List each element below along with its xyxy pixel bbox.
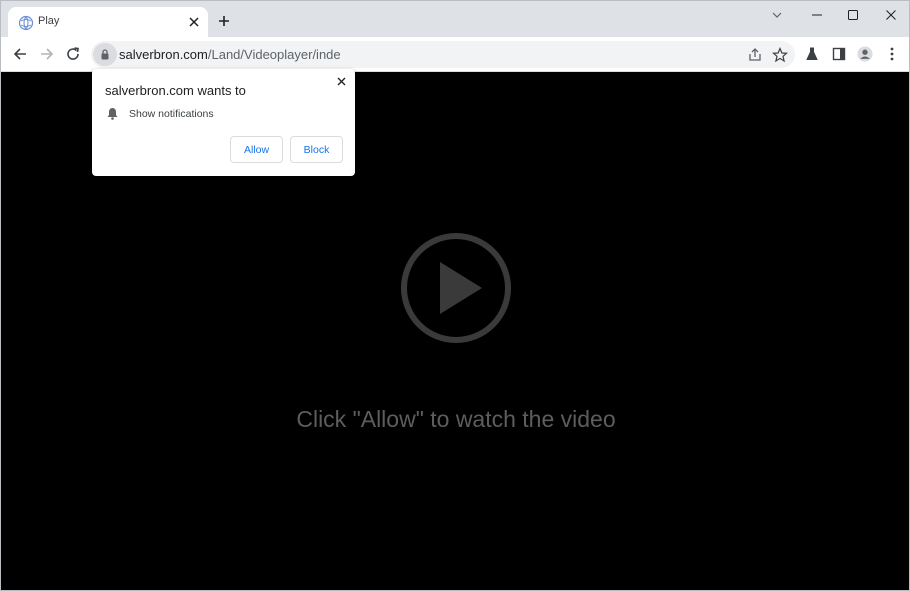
url-host: salverbron.com bbox=[119, 47, 208, 62]
tab-title: Play bbox=[38, 15, 60, 27]
permission-item: Show notifications bbox=[129, 108, 214, 120]
chevron-down-icon[interactable] bbox=[769, 7, 785, 23]
kebab-menu-icon[interactable] bbox=[884, 46, 900, 62]
arrow-right-icon[interactable] bbox=[39, 46, 55, 62]
reload-icon[interactable] bbox=[65, 46, 81, 62]
browser-window: Play salverbron.com/Land/Videoplayer/ind… bbox=[0, 0, 910, 591]
maximize-icon[interactable] bbox=[845, 7, 861, 23]
omnibox[interactable]: salverbron.com/Land/Videoplayer/index.ht… bbox=[91, 41, 795, 68]
lock-icon[interactable] bbox=[93, 43, 117, 66]
side-panel-icon[interactable] bbox=[831, 46, 847, 62]
new-tab-icon[interactable] bbox=[216, 13, 232, 29]
close-icon[interactable] bbox=[334, 74, 348, 88]
permission-title: salverbron.com wants to bbox=[105, 83, 246, 98]
star-icon[interactable] bbox=[771, 46, 789, 63]
labs-icon[interactable] bbox=[804, 46, 820, 62]
window-close-icon[interactable] bbox=[883, 7, 899, 23]
toolbar: salverbron.com/Land/Videoplayer/index.ht… bbox=[1, 37, 909, 72]
tab-play[interactable]: Play bbox=[8, 7, 208, 37]
tab-close-icon[interactable] bbox=[186, 14, 202, 30]
block-button[interactable]: Block bbox=[290, 136, 343, 163]
globe-favicon-icon bbox=[18, 15, 34, 31]
notification-permission-popup: salverbron.com wants to Show notificatio… bbox=[92, 69, 355, 176]
tab-strip: Play bbox=[1, 1, 909, 37]
url-text[interactable]: salverbron.com/Land/Videoplayer/index.ht… bbox=[119, 47, 341, 62]
arrow-left-icon[interactable] bbox=[12, 46, 28, 62]
profile-icon[interactable] bbox=[857, 46, 873, 62]
play-circle-icon[interactable] bbox=[400, 232, 512, 344]
allow-button[interactable]: Allow bbox=[230, 136, 283, 163]
minimize-icon[interactable] bbox=[809, 7, 825, 23]
bell-icon bbox=[107, 108, 118, 120]
url-path: /Land/Videoplayer/index.html bbox=[207, 47, 341, 62]
share-icon[interactable] bbox=[747, 47, 763, 63]
cta-text: Click "Allow" to watch the video bbox=[296, 406, 616, 432]
